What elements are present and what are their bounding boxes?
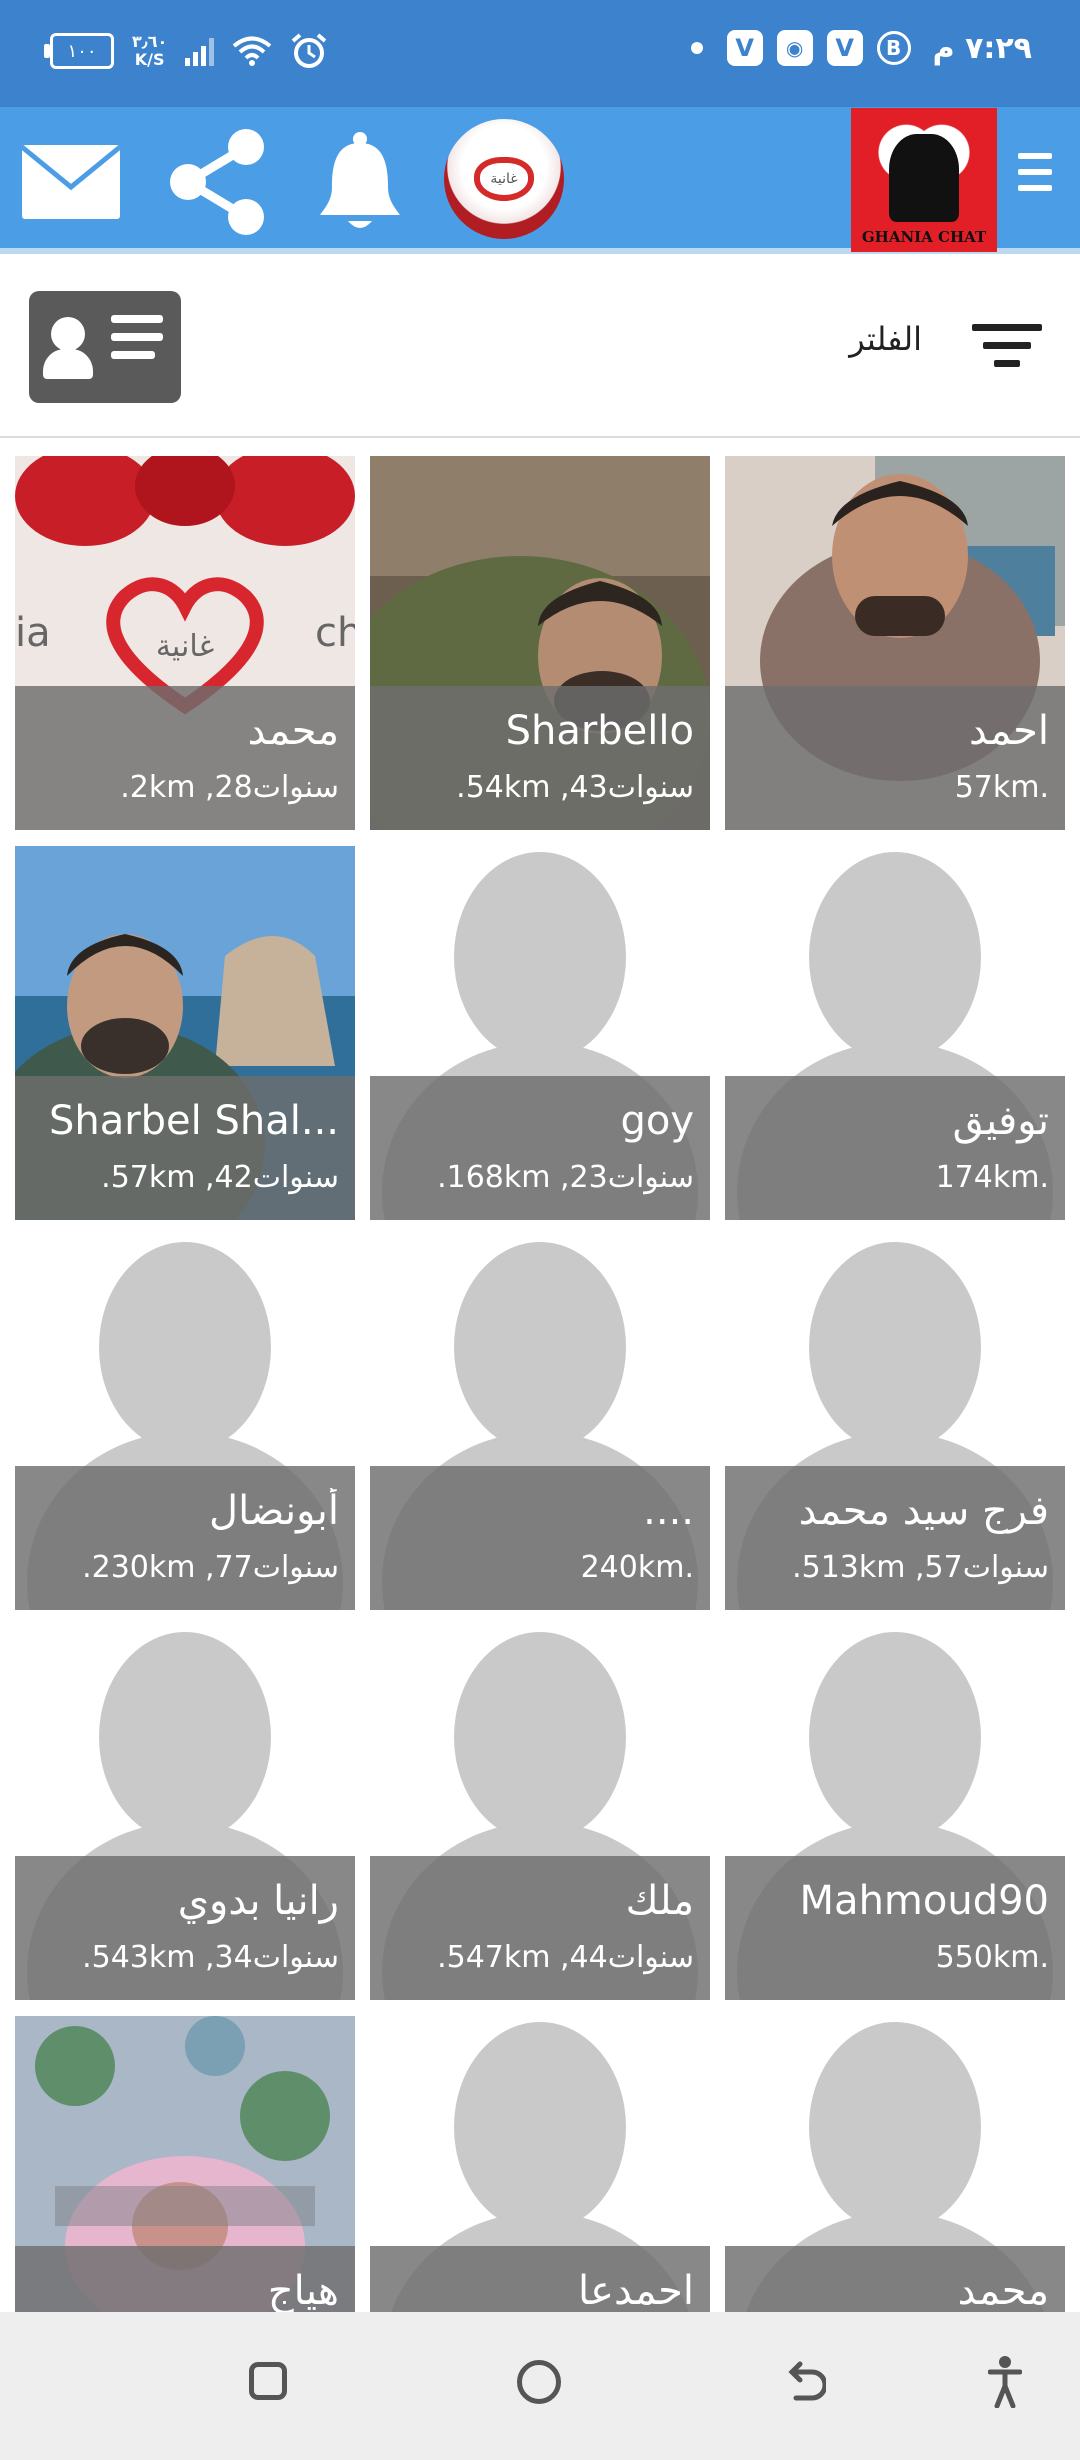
battery-icon: ١٠٠: [44, 33, 114, 69]
user-tile[interactable]: احمدعا: [370, 2016, 710, 2312]
user-name: هياج: [267, 2268, 339, 2312]
user-tile[interactable]: فرج سيد محمد .513km ,57سنوات: [725, 1236, 1065, 1610]
user-tile[interactable]: احمد 57km.: [725, 456, 1065, 830]
b-circle-icon: B: [876, 31, 911, 65]
signal-icon: [185, 36, 215, 66]
brand-logo: GHANIA CHAT: [851, 108, 997, 252]
user-age-distance: 240km.: [580, 1550, 694, 1585]
profile-logo[interactable]: غانية: [444, 119, 564, 239]
filter-icon[interactable]: [972, 324, 1042, 378]
user-age-distance: .513km ,57سنوات: [792, 1550, 1049, 1585]
user-age-distance: .168km ,23سنوات: [437, 1160, 694, 1195]
user-info-overlay: Sharbel Shal... .57km ,42سنوات: [15, 1076, 355, 1220]
filter-label[interactable]: الفلتر: [849, 320, 922, 358]
menu-icon[interactable]: [1018, 153, 1052, 201]
user-tile[interactable]: goy .168km ,23سنوات: [370, 846, 710, 1220]
user-info-overlay: goy .168km ,23سنوات: [370, 1076, 710, 1220]
user-age-distance: .543km ,34سنوات: [82, 1940, 339, 1975]
user-info-overlay: هياج: [15, 2246, 355, 2312]
user-name: Sharbel Shal...: [48, 1098, 339, 1144]
contact-card-icon[interactable]: [29, 291, 181, 403]
user-info-overlay: ملك .547km ,44سنوات: [370, 1856, 710, 2000]
users-grid: احمد 57km. Sharbello .54km ,43سنوات ia ch غاني…: [0, 456, 1080, 2312]
user-name: Mahmoud90: [799, 1878, 1049, 1924]
user-name: أبونضال: [209, 1488, 339, 1534]
battery-level: ١٠٠: [67, 40, 97, 62]
user-name: فرج سيد محمد: [798, 1488, 1049, 1534]
user-info-overlay: احمد 57km.: [725, 686, 1065, 830]
status-bar: ١٠٠ ٣٫٦٠ K/S V ◉ V B ٧:٢٩ م: [0, 0, 1080, 107]
user-name: احمدعا: [577, 2268, 694, 2312]
user-info-overlay: فرج سيد محمد .513km ,57سنوات: [725, 1466, 1065, 1610]
app-v-icon: V: [826, 30, 863, 66]
user-tile[interactable]: Sharbello .54km ,43سنوات: [370, 456, 710, 830]
mail-icon[interactable]: [20, 143, 122, 221]
user-name: توفيق: [952, 1098, 1049, 1144]
user-name: محمد: [957, 2268, 1049, 2312]
user-tile[interactable]: أبونضال .230km ,77سنوات: [15, 1236, 355, 1610]
user-name: احمد: [969, 708, 1049, 754]
app-v-icon: V: [726, 30, 763, 66]
clock-time: ٧:٢٩ م: [932, 30, 1032, 66]
user-info-overlay: توفيق 174km.: [725, 1076, 1065, 1220]
brand-text: GHANIA CHAT: [861, 228, 987, 246]
user-age-distance: 57km.: [954, 770, 1049, 805]
user-info-overlay: Mahmoud90 550km.: [725, 1856, 1065, 2000]
svg-text:ia: ia: [15, 610, 51, 656]
user-tile[interactable]: رانيا بدوي .543km ,34سنوات: [15, 1626, 355, 2000]
user-name: ملك: [625, 1878, 694, 1924]
user-age-distance: .2km ,28سنوات: [120, 770, 339, 805]
user-name: goy: [620, 1098, 694, 1144]
user-name: Sharbello: [505, 708, 694, 754]
network-speed: ٣٫٦٠ K/S: [132, 33, 167, 69]
user-tile[interactable]: محمد: [725, 2016, 1065, 2312]
svg-text:ch: ch: [315, 610, 355, 656]
user-age-distance: 174km.: [935, 1160, 1049, 1195]
network-speed-unit: K/S: [134, 50, 165, 69]
user-age-distance: .57km ,42سنوات: [101, 1160, 339, 1195]
share-icon[interactable]: [166, 127, 268, 237]
couple-silhouette-icon: [889, 134, 959, 222]
user-age-distance: .54km ,43سنوات: [456, 770, 694, 805]
user-tile[interactable]: Mahmoud90 550km.: [725, 1626, 1065, 2000]
back-icon[interactable]: [786, 2360, 826, 2404]
user-tile[interactable]: هياج: [15, 2016, 355, 2312]
gamepad-icon: ◉: [776, 30, 813, 66]
svg-text:غانية: غانية: [156, 629, 214, 664]
user-info-overlay: احمدعا: [370, 2246, 710, 2312]
user-tile[interactable]: .... 240km.: [370, 1236, 710, 1610]
recent-apps-icon[interactable]: [249, 2362, 287, 2400]
system-nav-bar: [0, 2312, 1080, 2460]
user-info-overlay: رانيا بدوي .543km ,34سنوات: [15, 1856, 355, 2000]
wifi-icon: [233, 36, 272, 66]
home-icon[interactable]: [517, 2360, 561, 2404]
user-name: محمد: [247, 708, 339, 754]
user-tile[interactable]: ia ch غانية محمد .2km ,28سنوات: [15, 456, 355, 830]
profile-logo-text: غانية: [490, 171, 518, 187]
notification-dot-icon: [690, 42, 703, 54]
user-name: رانيا بدوي: [177, 1878, 339, 1924]
user-tile[interactable]: Sharbel Shal... .57km ,42سنوات: [15, 846, 355, 1220]
app-bar: غانية GHANIA CHAT: [0, 107, 1080, 254]
user-age-distance: .230km ,77سنوات: [82, 1550, 339, 1585]
user-tile[interactable]: ملك .547km ,44سنوات: [370, 1626, 710, 2000]
bell-icon[interactable]: [318, 131, 402, 235]
user-info-overlay: محمد .2km ,28سنوات: [15, 686, 355, 830]
user-info-overlay: .... 240km.: [370, 1466, 710, 1610]
network-speed-value: ٣٫٦٠: [132, 32, 168, 51]
accessibility-icon[interactable]: [988, 2356, 1022, 2408]
filter-bar: الفلتر: [0, 254, 1080, 438]
user-age-distance: .547km ,44سنوات: [437, 1940, 694, 1975]
user-age-distance: 550km.: [935, 1940, 1049, 1975]
user-info-overlay: محمد: [725, 2246, 1065, 2312]
alarm-icon: [291, 33, 327, 68]
user-info-overlay: Sharbello .54km ,43سنوات: [370, 686, 710, 830]
user-info-overlay: أبونضال .230km ,77سنوات: [15, 1466, 355, 1610]
user-tile[interactable]: توفيق 174km.: [725, 846, 1065, 1220]
user-name: ....: [643, 1488, 694, 1534]
